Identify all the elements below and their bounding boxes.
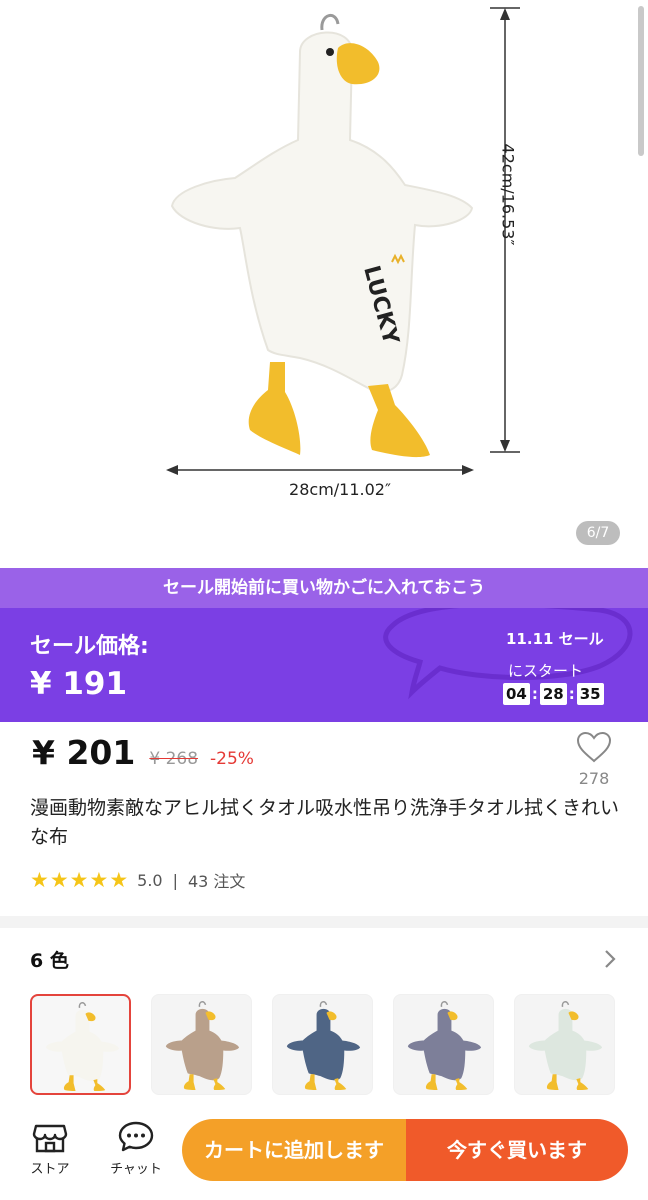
section-divider [0, 916, 648, 928]
add-to-cart-button[interactable]: カートに追加します [182, 1119, 406, 1181]
rating-divider: | [172, 870, 178, 890]
countdown-hours: 04 [503, 683, 530, 705]
product-title: 漫画動物素敵なアヒル拭くタオル吸水性吊り洗浄手タオル拭くきれいな布 [30, 797, 620, 848]
sale-start-text: にスタート [508, 662, 584, 680]
star-icon: ★ [49, 867, 69, 892]
order-count: 43 注文 [187, 872, 246, 891]
variant-white[interactable] [30, 994, 131, 1095]
favorite-button[interactable]: 278 [574, 731, 614, 788]
chevron-right-icon[interactable] [602, 948, 618, 970]
variant-mint[interactable] [514, 994, 615, 1095]
sale-reminder-banner[interactable]: セール開始前に買い物かごに入れておこう [0, 568, 648, 608]
variant-navy[interactable] [272, 994, 373, 1095]
favorite-count: 278 [578, 769, 610, 788]
bottom-action-bar: ストア チャット カートに追加します 今すぐ買います [0, 1114, 648, 1200]
variant-brown[interactable] [151, 994, 252, 1095]
current-price: ¥ 201 [32, 733, 136, 772]
countdown-separator: : [568, 685, 575, 703]
countdown-minutes: 28 [539, 683, 567, 705]
image-counter: 6/7 [576, 521, 620, 545]
chat-button[interactable]: チャット [104, 1120, 168, 1177]
star-icon: ★ [69, 867, 89, 892]
variant-thumbnail-image [165, 1001, 240, 1091]
variant-thumbnail-image [45, 1002, 120, 1092]
store-icon [32, 1124, 68, 1153]
price-row: ¥ 201 ¥ 268 -25% [32, 733, 254, 772]
star-icon: ★ [89, 867, 109, 892]
sale-price-label: セール価格: [30, 634, 149, 659]
scrollbar[interactable] [638, 6, 644, 156]
variant-list [30, 994, 635, 1095]
variant-thumbnail-image [528, 1001, 603, 1091]
heart-icon [576, 731, 612, 763]
countdown-timer: 04 : 28 : 35 [503, 683, 604, 705]
product-image-gallery[interactable]: LUCKY 42cm/16.53″ 28cm/11.02″ 6/7 [0, 0, 648, 568]
countdown-separator: : [531, 685, 538, 703]
original-price: ¥ 268 [149, 749, 199, 769]
rating-value: 5.0 [137, 870, 163, 890]
variant-thumbnail-image [286, 1001, 361, 1091]
sale-price-panel: セール価格: ¥ 191 11.11 セール にスタート 04 : 28 : 3… [0, 608, 648, 722]
sale-event-date: 11.11 セール [506, 630, 604, 648]
store-label: ストア [30, 1162, 70, 1177]
variant-grey-purple[interactable] [393, 994, 494, 1095]
buy-now-button[interactable]: 今すぐ買います [406, 1119, 628, 1181]
star-icon: ★ [109, 867, 129, 892]
height-label: 42cm/16.53″ [498, 143, 518, 246]
width-label: 28cm/11.02″ [289, 480, 391, 499]
star-rating: ★ ★ ★ ★ ★ [30, 867, 129, 892]
countdown-seconds: 35 [576, 683, 604, 705]
star-icon: ★ [30, 867, 49, 892]
sale-price: ¥ 191 [30, 666, 128, 702]
chat-label: チャット [110, 1162, 162, 1177]
store-button[interactable]: ストア [18, 1120, 82, 1177]
rating-summary[interactable]: ★ ★ ★ ★ ★ 5.0 | 43 注文 [30, 868, 245, 892]
variant-heading: 6 色 [30, 950, 69, 972]
chat-icon [118, 1121, 154, 1152]
variant-thumbnail-image [407, 1001, 482, 1091]
discount-badge: -25% [210, 749, 254, 769]
